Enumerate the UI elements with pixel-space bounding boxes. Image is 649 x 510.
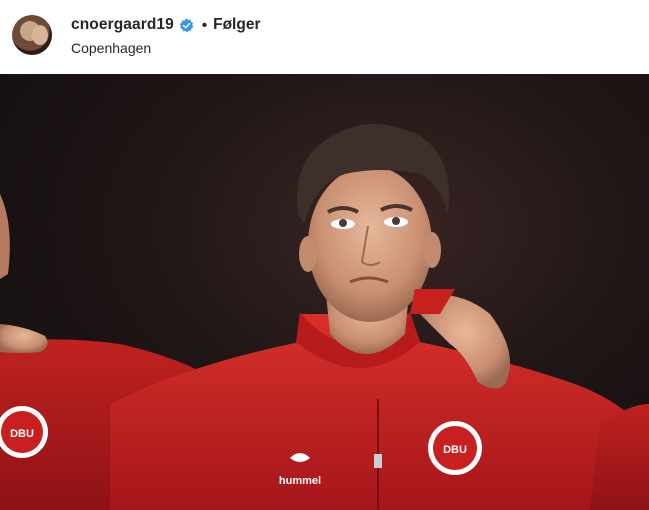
separator-dot: • [201,16,208,34]
main-crest-text: DBU [443,444,467,456]
hummel-text: hummel [279,475,321,487]
post-photo[interactable]: DBU DBU hummel [0,74,649,510]
profile-avatar[interactable] [12,15,52,55]
left-crest-text: DBU [10,428,34,440]
follow-button[interactable]: Følger [213,16,260,34]
left-hand [0,324,48,353]
location-link[interactable]: Copenhagen [71,40,151,56]
photo-illustration: DBU DBU hummel [0,123,649,510]
verified-badge-icon [179,17,194,33]
username-link[interactable]: cnoergaard19 [71,16,174,34]
left-player-head [0,194,10,279]
post-header: cnoergaard19 • Følger Copenhagen [0,0,649,74]
username-row: cnoergaard19 • Følger [71,14,261,36]
avatar-face [32,25,48,45]
